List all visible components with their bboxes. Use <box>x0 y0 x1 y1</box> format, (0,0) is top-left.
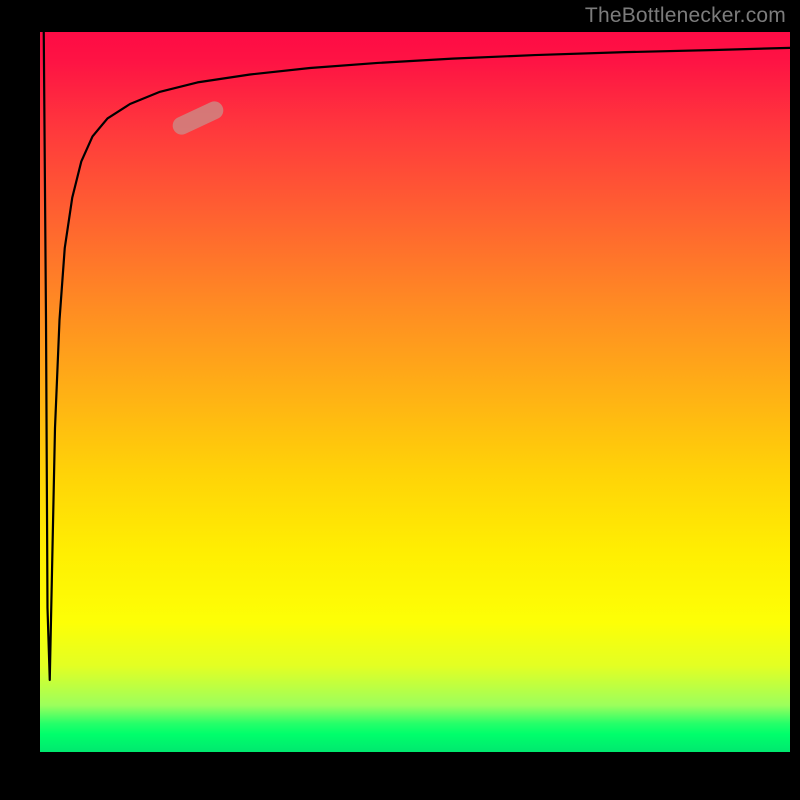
bottleneck-curve <box>40 32 790 752</box>
chart-plot-area <box>40 32 790 752</box>
attribution-text: TheBottlenecker.com <box>585 4 786 28</box>
